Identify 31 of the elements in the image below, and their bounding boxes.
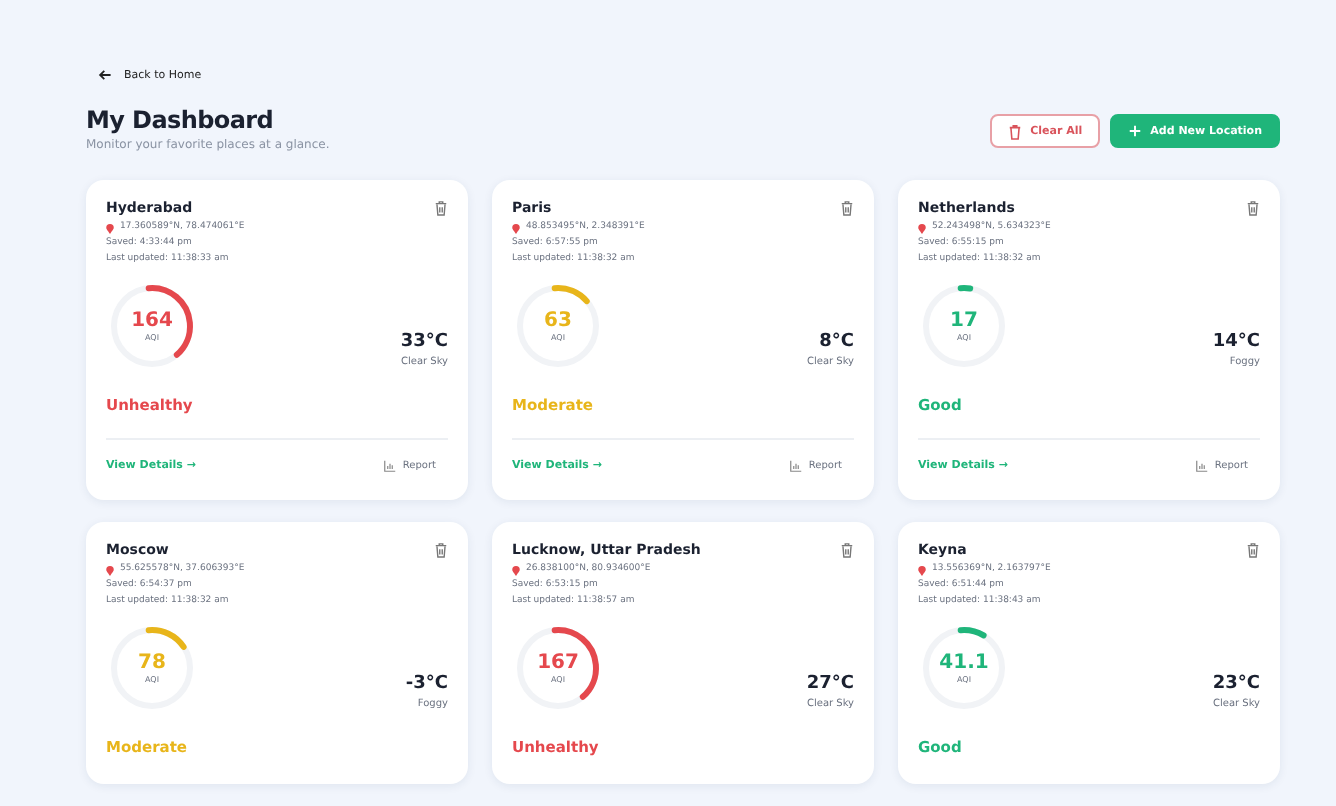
aqi-value: 17 bbox=[950, 310, 978, 332]
temperature: 8°C bbox=[817, 332, 854, 352]
bar-chart-icon bbox=[790, 460, 803, 472]
pin-icon bbox=[106, 565, 114, 575]
temperature: 33°C bbox=[400, 332, 448, 352]
pin-icon bbox=[512, 223, 520, 233]
pin-icon bbox=[918, 565, 926, 575]
temperature: -3°C bbox=[405, 674, 448, 694]
pin-icon bbox=[106, 223, 114, 233]
bar-chart-icon bbox=[1196, 460, 1209, 472]
delete-icon[interactable] bbox=[434, 200, 448, 216]
arrow-left-icon bbox=[98, 68, 112, 82]
aqi-value: 78 bbox=[138, 652, 166, 674]
pin-icon bbox=[918, 223, 926, 233]
trash-icon bbox=[1008, 123, 1023, 139]
aqi-value: 164 bbox=[131, 310, 173, 332]
aqi-value: 41.1 bbox=[939, 652, 989, 674]
delete-icon[interactable] bbox=[1246, 200, 1260, 216]
temperature: 14°C bbox=[1212, 332, 1260, 352]
temperature: 23°C bbox=[1212, 674, 1260, 694]
delete-icon[interactable] bbox=[840, 200, 854, 216]
delete-icon[interactable] bbox=[840, 542, 854, 558]
plus-icon bbox=[1128, 124, 1143, 138]
bar-chart-icon bbox=[384, 460, 397, 472]
delete-icon[interactable] bbox=[1246, 542, 1260, 558]
delete-icon[interactable] bbox=[434, 542, 448, 558]
aqi-value: 167 bbox=[537, 652, 579, 674]
aqi-value: 63 bbox=[544, 310, 572, 332]
pin-icon bbox=[512, 565, 520, 575]
page-title: My Dashboard bbox=[86, 106, 276, 134]
temperature: 27°C bbox=[806, 674, 854, 694]
